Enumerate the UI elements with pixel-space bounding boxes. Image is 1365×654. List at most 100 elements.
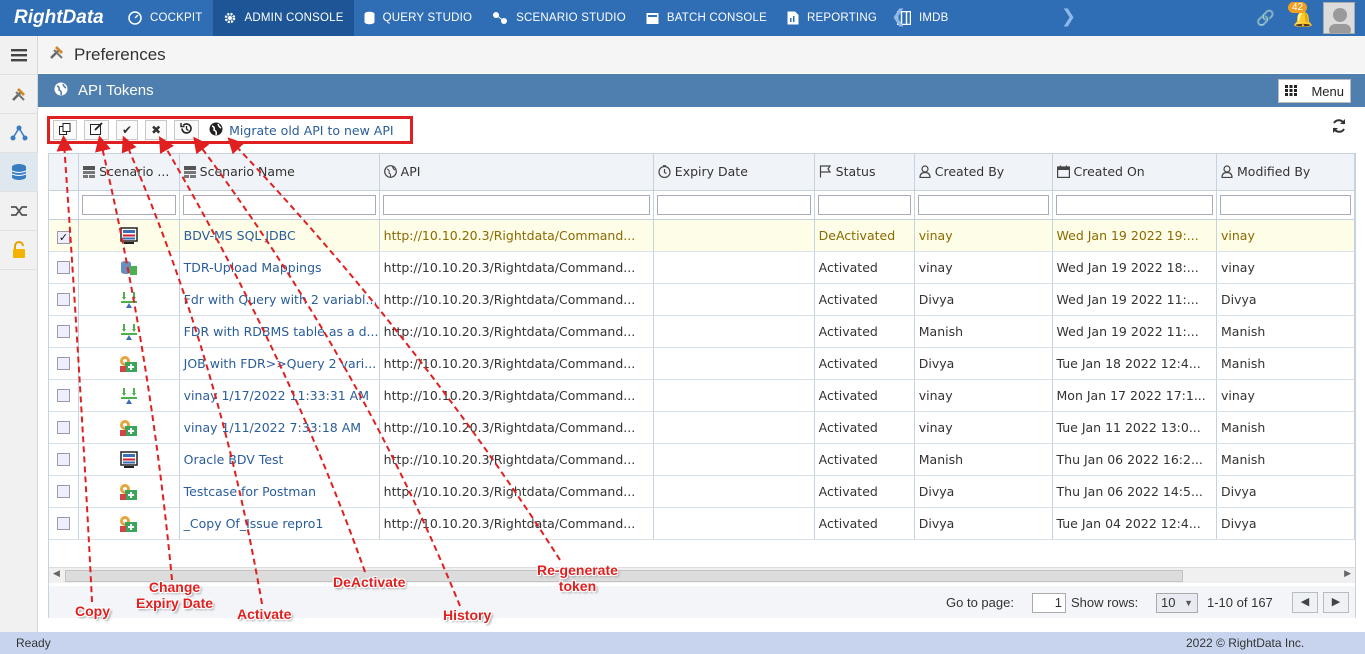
cell-modified-by: Manish [1216, 411, 1355, 444]
cell-name[interactable]: vinay 1/17/2022 11:33:31 AM [179, 379, 380, 412]
header-row: Scenario ... Scenario Name API Expiry Da… [49, 154, 1355, 191]
row-checkbox[interactable] [57, 292, 70, 306]
rows-select[interactable]: 10 ▼ [1156, 593, 1198, 613]
filter-input-expiry[interactable] [656, 194, 811, 215]
table-row[interactable]: TDR-Upload Mappings http://10.10.20.3/Rig… [49, 251, 1355, 284]
table-row[interactable]: Oracle BDV Test http://10.10.20.3/Rightda… [49, 443, 1355, 476]
user-avatar[interactable] [1323, 2, 1355, 34]
sidebar-network-icon[interactable] [0, 114, 38, 153]
row-checkbox[interactable] [57, 452, 70, 466]
cell-name[interactable]: JOB with FDR>>Query 2 vari... [179, 347, 380, 380]
history-button[interactable] [174, 120, 200, 140]
filter-input-created-by[interactable] [917, 194, 1049, 215]
menu-button[interactable]: Menu [1278, 79, 1351, 103]
nav-item-admin-console[interactable]: ADMIN CONSOLE [212, 0, 354, 36]
column-header-scenario-name[interactable]: Scenario Name [179, 154, 380, 191]
row-checkbox[interactable] [57, 356, 70, 370]
nav-item-cockpit[interactable]: COCKPIT [118, 0, 213, 36]
row-checkbox[interactable] [57, 324, 70, 338]
page-input[interactable]: 1 [1032, 593, 1066, 613]
nav-scroll-left-icon[interactable]: ❮ [885, 6, 912, 27]
nav-item-query-studio[interactable]: QUERY STUDIO [354, 0, 483, 36]
cell-modified-by: Divya [1216, 283, 1355, 316]
row-select-cell [49, 411, 80, 444]
cell-name[interactable]: Fdr with Query with 2 variabl... [179, 283, 380, 316]
cell-name[interactable]: Oracle BDV Test [179, 443, 380, 476]
filter-scenario-name [179, 190, 380, 220]
filter-input-scenario-name[interactable] [182, 194, 376, 215]
prev-page-button[interactable]: ◀ [1292, 592, 1318, 613]
cell-name[interactable]: _Copy Of_Issue repro1 [179, 507, 380, 540]
change-expiry-button[interactable] [84, 120, 109, 140]
column-header-status[interactable]: Status [814, 154, 915, 191]
database-icon [364, 11, 379, 25]
calendar-icon [1056, 164, 1074, 179]
table-row[interactable]: JOB with FDR>>Query 2 vari... http://10.1… [49, 347, 1355, 380]
filter-input-created-on[interactable] [1055, 194, 1214, 215]
sidebar-tools-icon[interactable] [0, 75, 38, 114]
cell-name[interactable]: TDR-Upload Mappings [179, 251, 380, 284]
row-checkbox[interactable] [57, 420, 70, 434]
nav-item-reporting[interactable]: REPORTING [777, 0, 887, 36]
migrate-api-link[interactable]: Migrate old API to new API [229, 123, 393, 138]
refresh-icon[interactable] [1331, 118, 1347, 138]
column-header-scenario-type[interactable]: Scenario ... [78, 154, 180, 191]
app-logo[interactable]: RightData [0, 0, 118, 36]
sidebar-shuffle-icon[interactable] [0, 192, 38, 231]
cell-status: Activated [814, 379, 915, 412]
column-header-modified-by[interactable]: Modified By [1216, 154, 1355, 191]
cell-name[interactable]: Testcase for Postman [179, 475, 380, 508]
table-row[interactable]: ✓ BDV-MS SQL JDBC http://10.10.20.3/Rightd… [49, 219, 1355, 252]
nav-scroll-right-icon[interactable]: ❯ [1055, 6, 1082, 27]
row-select-cell [49, 443, 80, 476]
tokens-table: Scenario ... Scenario Name API Expiry Da… [49, 154, 1355, 540]
row-checkbox[interactable] [57, 260, 70, 274]
deactivate-button[interactable]: ✖ [145, 120, 168, 140]
cell-modified-by: vinay [1216, 219, 1355, 252]
select-all-header[interactable] [49, 154, 80, 191]
scenario-type-cell [78, 315, 180, 348]
link-icon[interactable]: 🔗 [1256, 9, 1275, 27]
sidebar-menu-icon[interactable] [0, 36, 38, 75]
cell-name[interactable]: FDR with RDBMS table as a d... [179, 315, 380, 348]
table-row[interactable]: Fdr with Query with 2 variabl... http://1… [49, 283, 1355, 316]
column-header-created-on[interactable]: Created On [1052, 154, 1218, 191]
cell-name[interactable]: vinay 1/11/2022 7:33:18 AM [179, 411, 380, 444]
cell-created-on: Wed Jan 19 2022 11:... [1052, 315, 1218, 348]
scroll-right-icon[interactable]: ▶ [1344, 569, 1351, 579]
sidebar-database-icon[interactable] [0, 153, 38, 192]
table-row[interactable]: Testcase for Postman http://10.10.20.3/Ri… [49, 475, 1355, 508]
scenario-type-cell [78, 507, 180, 540]
table-row[interactable]: FDR with RDBMS table as a d... http://10.… [49, 315, 1355, 348]
column-header-api[interactable]: API [379, 154, 654, 191]
column-header-created-by[interactable]: Created By [914, 154, 1053, 191]
next-page-button[interactable]: ▶ [1323, 592, 1349, 613]
filter-input-scenario-type[interactable] [82, 194, 176, 215]
report-icon [787, 11, 803, 25]
cell-api: http://10.10.20.3/Rightdata/Command... [379, 475, 654, 508]
copy-button[interactable] [53, 120, 77, 140]
column-header-expiry-date[interactable]: Expiry Date [653, 154, 815, 191]
cell-name[interactable]: BDV-MS SQL JDBC [179, 219, 380, 252]
row-checkbox[interactable] [57, 516, 70, 530]
table-row[interactable]: vinay 1/17/2022 11:33:31 AM http://10.10.… [49, 379, 1355, 412]
table-row[interactable]: vinay 1/11/2022 7:33:18 AM http://10.10.2… [49, 411, 1355, 444]
scroll-left-icon[interactable]: ◀ [53, 569, 60, 579]
nav-item-batch-console[interactable]: BATCH CONSOLE [636, 0, 777, 36]
nav-item-scenario-studio[interactable]: SCENARIO STUDIO [482, 0, 636, 36]
table-row[interactable]: _Copy Of_Issue repro1 http://10.10.20.3/R… [49, 507, 1355, 540]
row-checkbox[interactable]: ✓ [57, 230, 70, 244]
filter-input-modified-by[interactable] [1220, 194, 1351, 215]
filter-input-status[interactable] [817, 194, 911, 215]
scrollbar-thumb[interactable] [65, 570, 1183, 582]
row-checkbox[interactable] [57, 388, 70, 402]
filter-status [814, 190, 915, 220]
page-range: 1-10 of 167 [1207, 595, 1273, 610]
horizontal-scrollbar[interactable]: ◀ ▶ [49, 567, 1355, 583]
cell-status: Activated [814, 443, 915, 476]
filter-input-api[interactable] [382, 194, 650, 215]
row-checkbox[interactable] [57, 484, 70, 498]
sidebar-lock-icon[interactable] [0, 231, 38, 270]
activate-button[interactable]: ✔ [116, 120, 139, 140]
regenerate-token-button[interactable] [206, 120, 227, 140]
